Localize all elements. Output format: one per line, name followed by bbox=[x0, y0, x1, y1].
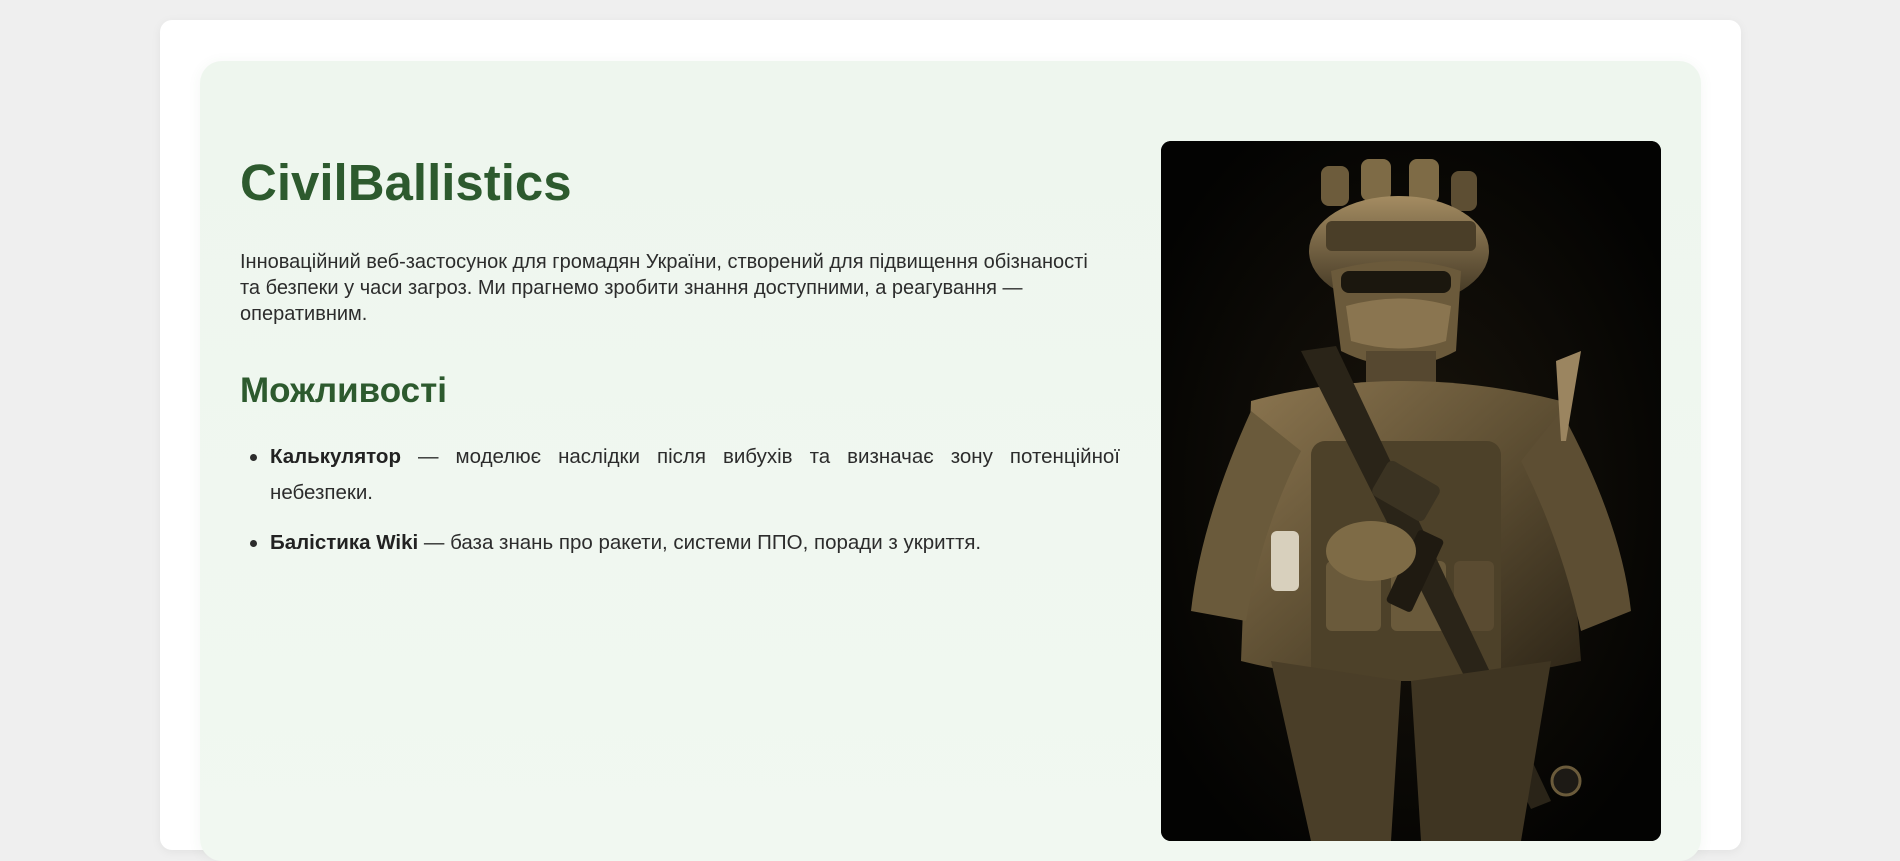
hero-description: Інноваційний веб-застосунок для громадян… bbox=[240, 251, 1088, 325]
page-card: CivilBallistics Інноваційний веб-застосу… bbox=[160, 20, 1741, 861]
feature-name: Балістика Wiki bbox=[270, 531, 419, 554]
soldier-illustration bbox=[1161, 141, 1661, 841]
feature-item-wiki: Балістика Wiki — база знань про ракети, … bbox=[240, 525, 1120, 561]
features-heading: Можливості bbox=[240, 371, 447, 410]
page-title: CivilBallistics bbox=[240, 154, 572, 211]
feature-text: — база знань про ракети, системи ППО, по… bbox=[418, 531, 982, 554]
hero-text: CivilBallistics Інноваційний веб-застосу… bbox=[240, 155, 1120, 575]
feature-name: Калькулятор bbox=[270, 445, 401, 468]
feature-item-calculator: Калькулятор — моделює наслідки після виб… bbox=[240, 439, 1120, 511]
soldier-image bbox=[1161, 141, 1661, 841]
hero-section: CivilBallistics Інноваційний веб-застосу… bbox=[200, 61, 1701, 861]
features-list: Калькулятор — моделює наслідки після виб… bbox=[240, 439, 1120, 561]
